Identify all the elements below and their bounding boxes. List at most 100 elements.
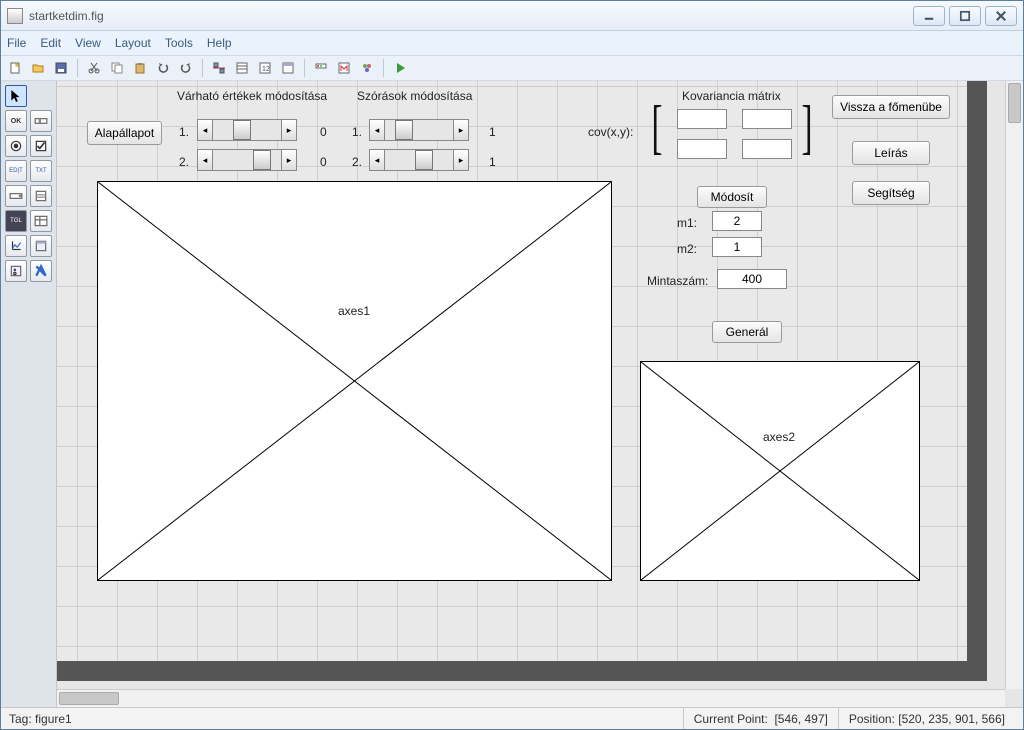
toolbar-editor-icon[interactable] bbox=[311, 58, 331, 78]
axes-tool-icon[interactable] bbox=[5, 235, 27, 257]
std-row1-label: 1. bbox=[352, 125, 362, 139]
menu-layout[interactable]: Layout bbox=[115, 36, 151, 50]
row1-label: 1. bbox=[179, 125, 189, 139]
desc-button[interactable]: Leírás bbox=[852, 141, 930, 165]
current-point-value: [546, 497] bbox=[774, 712, 827, 726]
tag-value: figure1 bbox=[35, 712, 72, 726]
position-value: [520, 235, 901, 566] bbox=[898, 712, 1005, 726]
m2-label: m2: bbox=[677, 242, 697, 256]
checkbox-tool-icon[interactable] bbox=[30, 135, 52, 157]
std-val-1: 1 bbox=[489, 125, 496, 139]
tab-order-icon[interactable]: 12 bbox=[255, 58, 275, 78]
svg-text:12: 12 bbox=[262, 66, 270, 73]
menubar: File Edit View Layout Tools Help bbox=[1, 31, 1023, 55]
cov-22-input[interactable] bbox=[742, 139, 792, 159]
app-icon bbox=[7, 8, 23, 24]
current-point-label: Current Point: bbox=[694, 712, 768, 726]
help-button[interactable]: Segítség bbox=[852, 181, 930, 205]
undo-icon[interactable] bbox=[153, 58, 173, 78]
redo-icon[interactable] bbox=[176, 58, 196, 78]
std-slider-2[interactable]: ◂▸ bbox=[369, 149, 469, 171]
bracket-right-icon: ] bbox=[801, 93, 812, 162]
canvas-edge-right bbox=[967, 81, 987, 681]
scrollbar-thumb[interactable] bbox=[1008, 83, 1021, 123]
pointer-icon[interactable] bbox=[5, 85, 27, 107]
slider-tool-icon[interactable] bbox=[30, 110, 52, 132]
content-area: OK ED|T TXT TGL bbox=[1, 81, 1023, 707]
expected-title: Várható értékek módosítása bbox=[177, 89, 327, 103]
minimize-button[interactable] bbox=[913, 6, 945, 26]
save-icon[interactable] bbox=[51, 58, 71, 78]
open-icon[interactable] bbox=[28, 58, 48, 78]
position-label: Position: bbox=[849, 712, 895, 726]
toolbar: 12 bbox=[1, 55, 1023, 81]
menu-tools[interactable]: Tools bbox=[165, 36, 193, 50]
modify-button[interactable]: Módosít bbox=[697, 186, 767, 208]
sample-label: Mintaszám: bbox=[647, 274, 708, 288]
back-button[interactable]: Vissza a főmenübe bbox=[832, 95, 950, 119]
copy-icon[interactable] bbox=[107, 58, 127, 78]
axes1-placeholder[interactable]: axes1 bbox=[97, 181, 612, 581]
menu-help[interactable]: Help bbox=[207, 36, 232, 50]
close-button[interactable] bbox=[985, 6, 1017, 26]
axes2-label: axes2 bbox=[763, 430, 795, 444]
cov-11-input[interactable] bbox=[677, 109, 727, 129]
canvas-edge-bottom bbox=[57, 661, 987, 681]
app-window: startketdim.fig File Edit View Layout To… bbox=[0, 0, 1024, 730]
menu-file[interactable]: File bbox=[7, 36, 26, 50]
axes1-label: axes1 bbox=[338, 304, 370, 318]
exp-slider-2[interactable]: ◂▸ bbox=[197, 149, 297, 171]
radio-tool-icon[interactable] bbox=[5, 135, 27, 157]
align-icon[interactable] bbox=[209, 58, 229, 78]
text-tool-icon[interactable]: TXT bbox=[30, 160, 52, 182]
panel-tool-icon[interactable] bbox=[30, 235, 52, 257]
editor-icon[interactable] bbox=[357, 58, 377, 78]
axes2-placeholder[interactable]: axes2 bbox=[640, 361, 920, 581]
titlebar: startketdim.fig bbox=[1, 1, 1023, 31]
canvas-viewport: Alapállapot Várható értékek módosítása 1… bbox=[57, 81, 1023, 707]
buttongroup-tool-icon[interactable] bbox=[5, 260, 27, 282]
statusbar: Tag: figure1 Current Point: [546, 497] P… bbox=[1, 707, 1023, 729]
scrollbar-thumb[interactable] bbox=[59, 692, 119, 705]
activex-tool-icon[interactable] bbox=[30, 260, 52, 282]
horizontal-scrollbar[interactable] bbox=[57, 689, 1005, 707]
design-canvas[interactable]: Alapállapot Várható értékek módosítása 1… bbox=[57, 81, 987, 681]
cov-21-input[interactable] bbox=[677, 139, 727, 159]
sample-input[interactable]: 400 bbox=[717, 269, 787, 289]
toggle-tool-icon[interactable]: TGL bbox=[5, 210, 27, 232]
edit-tool-icon[interactable]: ED|T bbox=[5, 160, 27, 182]
cov-12-input[interactable] bbox=[742, 109, 792, 129]
std-slider-1[interactable]: ◂▸ bbox=[369, 119, 469, 141]
exp-val-2: 0 bbox=[320, 155, 327, 169]
m1-label: m1: bbox=[677, 216, 697, 230]
paste-icon[interactable] bbox=[130, 58, 150, 78]
row2-label: 2. bbox=[179, 155, 189, 169]
popup-tool-icon[interactable] bbox=[5, 185, 27, 207]
props-icon[interactable] bbox=[232, 58, 252, 78]
exp-val-1: 0 bbox=[320, 125, 327, 139]
maximize-button[interactable] bbox=[949, 6, 981, 26]
listbox-tool-icon[interactable] bbox=[30, 185, 52, 207]
m1-input[interactable]: 2 bbox=[712, 211, 762, 231]
generate-button[interactable]: Generál bbox=[712, 321, 782, 343]
cov-title: Kovariancia mátrix bbox=[682, 89, 781, 103]
menu-view[interactable]: View bbox=[75, 36, 101, 50]
run-icon[interactable] bbox=[390, 58, 410, 78]
std-row2-label: 2. bbox=[352, 155, 362, 169]
default-button[interactable]: Alapállapot bbox=[87, 121, 162, 145]
table-tool-icon[interactable] bbox=[30, 210, 52, 232]
vertical-scrollbar[interactable] bbox=[1005, 81, 1023, 689]
tag-label: Tag: bbox=[9, 712, 32, 726]
cov-label: cov(x,y): bbox=[588, 125, 633, 139]
cut-icon[interactable] bbox=[84, 58, 104, 78]
menu-editor-icon[interactable] bbox=[278, 58, 298, 78]
menu-edit[interactable]: Edit bbox=[40, 36, 61, 50]
bracket-left-icon: [ bbox=[651, 93, 662, 162]
exp-slider-1[interactable]: ◂▸ bbox=[197, 119, 297, 141]
mcode-icon[interactable] bbox=[334, 58, 354, 78]
std-title: Szórások módosítása bbox=[357, 89, 472, 103]
pushbutton-tool-icon[interactable]: OK bbox=[5, 110, 27, 132]
window-title: startketdim.fig bbox=[29, 9, 913, 23]
new-file-icon[interactable] bbox=[5, 58, 25, 78]
m2-input[interactable]: 1 bbox=[712, 237, 762, 257]
